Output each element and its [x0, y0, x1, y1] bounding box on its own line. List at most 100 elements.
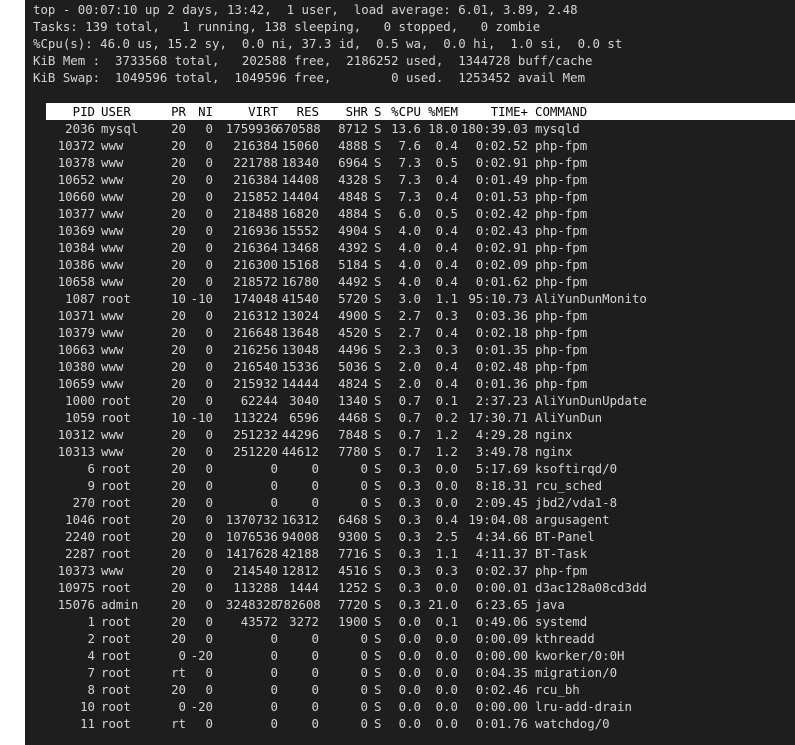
process-res: 0 — [311, 648, 319, 663]
column-header-command: COMMAND — [535, 104, 588, 119]
process-priority: 20 — [171, 342, 186, 357]
process-row: 10660 www 20 0 215852 14404 4848 S 7.3 0.4 0:01.53… — [46, 188, 795, 205]
process-user: www — [101, 155, 124, 170]
process-res: 16312 — [281, 512, 319, 527]
process-nice: 0 — [205, 546, 213, 561]
process-user: www — [101, 427, 124, 442]
process-nice: -10 — [190, 410, 213, 425]
summary-cpu-line: %Cpu(s): 46.0 us, 15.2 sy, 0.0 ni, 37.3 … — [33, 36, 623, 51]
process-user: root — [101, 580, 131, 595]
process-command: php-fpm — [535, 223, 588, 238]
process-user: www — [101, 359, 124, 374]
process-shr: 4468 — [338, 410, 368, 425]
process-user: admin — [101, 597, 139, 612]
process-virt: 215932 — [233, 376, 278, 391]
column-header-virt: VIRT — [248, 104, 278, 119]
process-cpu: 4.0 — [398, 240, 421, 255]
process-row: 9 root 20 0 0 0 0 S 0.3 0.0 8:18.31 rcu_sched — [46, 477, 795, 494]
process-cpu: 4.0 — [398, 274, 421, 289]
process-pid: 10372 — [57, 138, 95, 153]
process-row: 2287 root 20 0 1417628 42188 7716 S 0.3 1.1 4:11.3… — [46, 545, 795, 562]
process-user: www — [101, 189, 124, 204]
process-virt: 0 — [270, 682, 278, 697]
process-shr: 0 — [360, 478, 368, 493]
column-header-pid: PID — [72, 104, 95, 119]
process-time: 0:02.18 — [475, 325, 528, 340]
process-cpu: 0.3 — [398, 495, 421, 510]
process-command: kworker/0:0H — [535, 648, 625, 663]
process-time: 0:02.52 — [475, 138, 528, 153]
terminal-window[interactable]: top - 00:07:10 up 2 days, 13:42, 1 user,… — [25, 0, 795, 745]
process-user: www — [101, 223, 124, 238]
process-priority: 10 — [171, 410, 186, 425]
process-virt: 0 — [270, 648, 278, 663]
process-shr: 1340 — [338, 393, 368, 408]
process-mem: 0.4 — [435, 172, 458, 187]
process-cpu: 0.7 — [398, 444, 421, 459]
process-cpu: 0.3 — [398, 512, 421, 527]
process-virt: 216648 — [233, 325, 278, 340]
process-shr: 7716 — [338, 546, 368, 561]
process-state: S — [374, 716, 382, 731]
process-state: S — [374, 529, 382, 544]
process-state: S — [374, 512, 382, 527]
process-nice: 0 — [205, 308, 213, 323]
process-pid: 10378 — [57, 155, 95, 170]
process-mem: 1.1 — [435, 291, 458, 306]
process-state: S — [374, 563, 382, 578]
process-cpu: 7.3 — [398, 189, 421, 204]
process-priority: 20 — [171, 274, 186, 289]
process-virt: 216384 — [233, 138, 278, 153]
process-virt: 0 — [270, 631, 278, 646]
process-priority: 20 — [171, 121, 186, 136]
process-nice: 0 — [205, 427, 213, 442]
process-cpu: 7.3 — [398, 155, 421, 170]
process-time: 0:02.48 — [475, 359, 528, 374]
process-priority: 20 — [171, 546, 186, 561]
process-row: 7 root rt 0 0 0 0 S 0.0 0.0 0:04.35 migration/0 — [46, 664, 795, 681]
process-state: S — [374, 410, 382, 425]
process-nice: 0 — [205, 580, 213, 595]
process-nice: 0 — [205, 682, 213, 697]
process-priority: 20 — [171, 359, 186, 374]
process-time: 0:01.35 — [475, 342, 528, 357]
process-virt: 0 — [270, 699, 278, 714]
process-row: 10386 www 20 0 216300 15168 5184 S 4.0 0.4 0:02.09… — [46, 256, 795, 273]
process-command: php-fpm — [535, 342, 588, 357]
process-shr: 5184 — [338, 257, 368, 272]
process-pid: 10312 — [57, 427, 95, 442]
process-command: php-fpm — [535, 359, 588, 374]
summary-swap-line: KiB Swap: 1049596 total, 1049596 free, 0… — [33, 70, 586, 85]
process-mem: 0.3 — [435, 342, 458, 357]
process-virt: 62244 — [240, 393, 278, 408]
process-shr: 7848 — [338, 427, 368, 442]
process-row: 2240 root 20 0 1076536 94008 9300 S 0.3 2.5 4:34.6… — [46, 528, 795, 545]
process-cpu: 2.3 — [398, 342, 421, 357]
process-command: php-fpm — [535, 206, 588, 221]
process-user: root — [101, 291, 131, 306]
process-row: 4 root 0 -20 0 0 0 S 0.0 0.0 0:00.00 kworker/0:0H — [46, 647, 795, 664]
process-state: S — [374, 291, 382, 306]
process-row: 6 root 20 0 0 0 0 S 0.3 0.0 5:17.69 ksoftirqd/0 — [46, 460, 795, 477]
process-res: 0 — [311, 495, 319, 510]
process-priority: 20 — [171, 393, 186, 408]
process-cpu: 13.6 — [391, 121, 421, 136]
process-virt: 1759936 — [225, 121, 278, 136]
process-cpu: 2.0 — [398, 359, 421, 374]
column-header-res: RES — [296, 104, 319, 119]
process-pid: 10380 — [57, 359, 95, 374]
process-user: www — [101, 257, 124, 272]
process-virt: 251232 — [233, 427, 278, 442]
process-time: 4:29.28 — [475, 427, 528, 442]
process-shr: 4900 — [338, 308, 368, 323]
process-nice: 0 — [205, 223, 213, 238]
process-res: 15552 — [281, 223, 319, 238]
process-cpu: 0.3 — [398, 461, 421, 476]
process-shr: 7780 — [338, 444, 368, 459]
process-command: php-fpm — [535, 189, 588, 204]
process-res: 0 — [311, 461, 319, 476]
summary-tasks-line: Tasks: 139 total, 1 running, 138 sleepin… — [33, 19, 541, 34]
process-row: 10 root 0 -20 0 0 0 S 0.0 0.0 0:00.00 lru-add-drain — [46, 698, 795, 715]
process-virt: 216384 — [233, 172, 278, 187]
process-user: www — [101, 274, 124, 289]
